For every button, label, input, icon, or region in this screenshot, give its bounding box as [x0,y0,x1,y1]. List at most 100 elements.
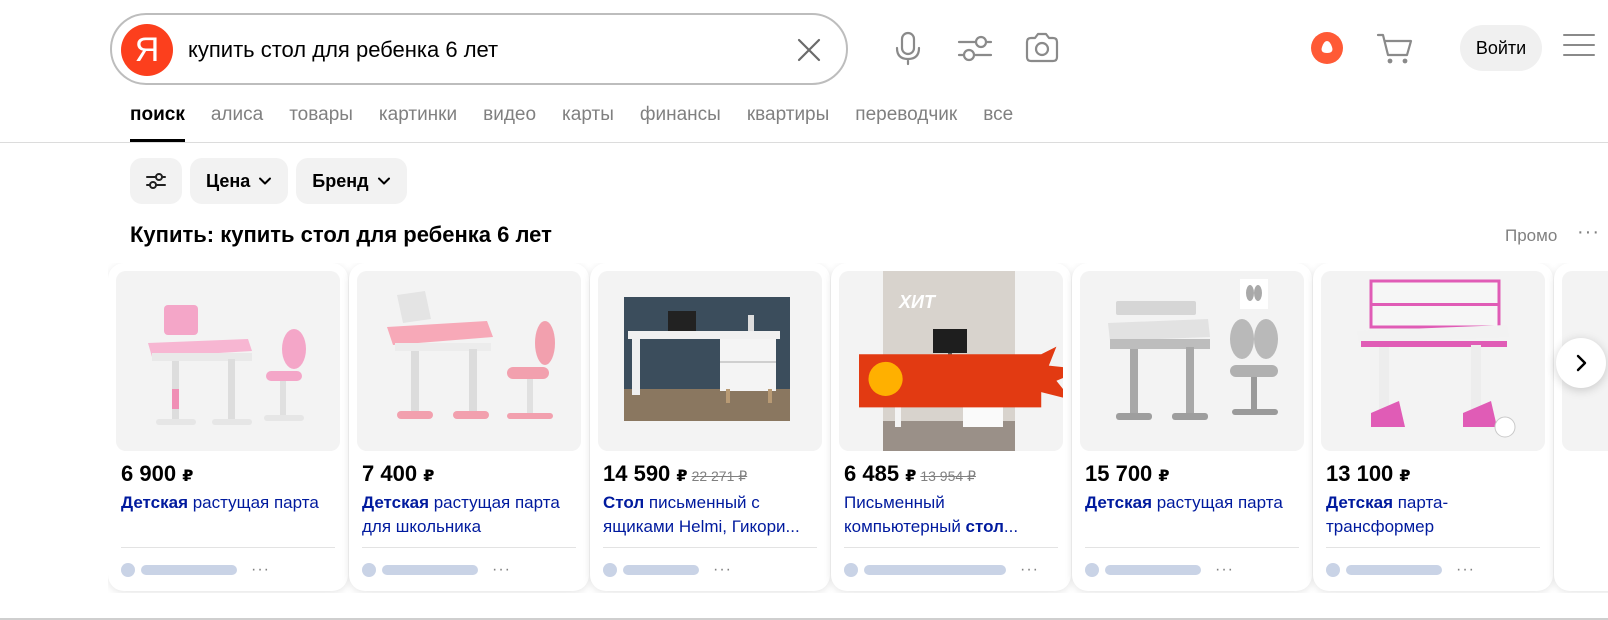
image-search-button[interactable] [1022,28,1062,68]
currency: ₽ [676,468,688,485]
tab-all[interactable]: все [983,100,1013,142]
more-icon[interactable]: ··· [1215,562,1234,578]
clear-search-button[interactable] [792,33,826,67]
header: Я Войти [0,0,1608,95]
pink-desk-bookstand-image [357,271,581,451]
chevron-down-icon [259,177,272,185]
search-box[interactable]: Я [110,13,848,85]
menu-button[interactable] [1563,34,1595,62]
section-title: Купить: купить стол для ребенка 6 лет [130,222,552,247]
currency: ₽ [423,468,435,485]
carousel-next-button[interactable] [1556,338,1606,388]
tab-maps[interactable]: карты [562,100,614,142]
product-image[interactable]: ХИТ [839,271,1063,451]
currency: ₽ [1399,468,1411,485]
close-icon [797,38,821,62]
filters-bar: Цена Бренд [130,158,415,204]
shop-placeholder: ··· [603,562,732,578]
shop-placeholder: ··· [362,562,511,578]
product-title[interactable]: Письменный компьютерный стол... [844,491,1060,539]
product-price: 14 590 ₽22 271 ₽ [603,461,747,487]
more-icon[interactable]: ··· [1020,562,1039,578]
card-divider [121,547,335,548]
product-title[interactable]: Детская парта-трансформер [1326,491,1542,539]
cart-icon [1376,33,1413,64]
shop-placeholder: ··· [121,562,270,578]
product-image[interactable] [116,271,340,451]
currency: ₽ [905,468,917,485]
product-card[interactable]: 7 400 ₽ Детская растущая парта для школь… [349,263,589,591]
product-card[interactable]: 14 590 ₽22 271 ₽ Стол письменный с ящика… [590,263,830,591]
price-filter-label: Цена [206,170,251,191]
menu-icon-line [1563,54,1595,56]
promo-label[interactable]: Промо [1505,226,1557,246]
voice-search-button[interactable] [888,28,928,68]
login-button[interactable]: Войти [1460,25,1542,71]
product-title[interactable]: Детская растущая парта [121,491,337,539]
hit-badge: ХИТ [859,287,1063,408]
alice-button[interactable] [1311,32,1343,64]
more-icon[interactable]: ··· [251,562,270,578]
pink-transformer-desk-image [1321,271,1545,451]
menu-icon-line [1563,44,1595,46]
tab-finance[interactable]: финансы [640,100,721,142]
price-value: 7 400 [362,461,418,486]
tab-alice[interactable]: алиса [211,100,263,142]
title-pre: Письменный компьютерный [844,493,966,536]
price-filter[interactable]: Цена [190,158,289,204]
product-image[interactable] [1080,271,1304,451]
tab-video[interactable]: видео [483,100,536,142]
product-title[interactable]: Стол письменный с ящиками Helmi, Гикори.… [603,491,819,539]
product-image[interactable] [357,271,581,451]
tab-images[interactable]: картинки [379,100,457,142]
brand-filter[interactable]: Бренд [296,158,407,204]
search-settings-button[interactable] [955,28,995,68]
tab-apartments[interactable]: квартиры [747,100,829,142]
title-bold: Детская [362,493,429,512]
product-title[interactable]: Детская растущая парта для школьника [362,491,578,539]
product-image[interactable] [1321,271,1545,451]
more-icon[interactable]: ··· [713,562,732,578]
tab-translator[interactable]: переводчик [855,100,957,142]
product-image[interactable] [598,271,822,451]
tab-search[interactable]: поиск [130,100,185,142]
yandex-logo[interactable]: Я [121,24,173,76]
card-divider [1085,547,1299,548]
all-filters-button[interactable] [130,158,182,204]
grey-desk-ergonomic-chair-image [1080,271,1304,451]
product-price: 6 900 ₽ [121,461,193,487]
cart-button[interactable] [1375,28,1415,68]
product-card[interactable]: 15 700 ₽ Детская растущая парта ··· [1072,263,1312,591]
title-rest: ... [1003,517,1019,536]
white-writing-desk-image [598,271,822,451]
search-tabs: поиск алиса товары картинки видео карты … [130,100,1039,142]
price-value: 6 900 [121,461,177,486]
more-icon[interactable]: ··· [492,562,511,578]
product-card[interactable]: 13 100 ₽ Детская парта-трансформер ··· [1313,263,1553,591]
product-card[interactable]: ХИТ 6 485 ₽13 954 ₽ Письменный компьютер… [831,263,1071,591]
shop-placeholder: ··· [844,562,1039,578]
search-input[interactable] [188,33,758,67]
product-price: 15 700 ₽ [1085,461,1170,487]
currency: ₽ [1158,468,1170,485]
card-divider [844,547,1058,548]
camera-icon [1025,32,1059,63]
brand-filter-label: Бренд [312,170,369,191]
product-price: 13 100 ₽ [1326,461,1411,487]
old-price: 22 271 ₽ [691,468,748,484]
section-more-button[interactable]: ··· [1577,222,1601,248]
tab-products[interactable]: товары [289,100,353,142]
card-divider [603,547,817,548]
product-card[interactable]: 6 900 ₽ Детская растущая парта ··· [108,263,348,591]
microphone-icon [895,31,921,66]
title-bold: Детская [1085,493,1152,512]
more-icon[interactable]: ··· [1456,562,1475,578]
badge-text: ХИТ [899,292,935,312]
old-price: 13 954 ₽ [920,468,976,484]
menu-icon [1563,34,1595,36]
product-title[interactable]: Детская растущая парта [1085,491,1301,539]
title-rest: растущая парта [1152,493,1283,512]
price-value: 15 700 [1085,461,1153,486]
price-value: 6 485 [844,461,900,486]
product-card-partial[interactable] [1554,263,1608,591]
